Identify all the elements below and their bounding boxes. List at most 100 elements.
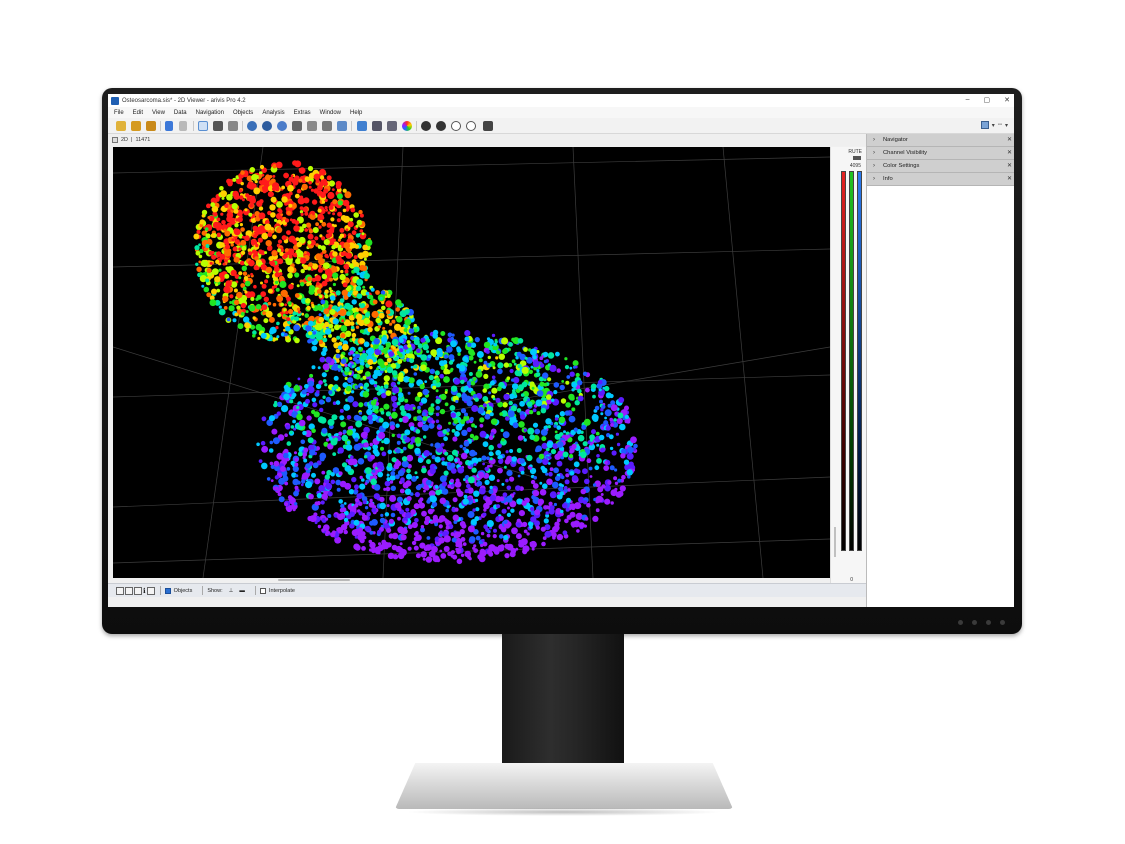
cell-point	[196, 229, 201, 234]
cell-point	[258, 459, 263, 463]
pan-hand-icon[interactable]	[228, 121, 238, 131]
zoom-in-icon[interactable]	[421, 121, 431, 131]
view-tab-icon[interactable]	[112, 137, 118, 143]
pen-icon[interactable]	[307, 121, 317, 131]
single-view-icon[interactable]	[980, 121, 989, 129]
layout-selector[interactable]: ▾ ▪▪ ▾	[980, 121, 1008, 129]
cell-point	[363, 341, 370, 348]
interpolate-checkbox[interactable]	[259, 587, 266, 594]
cell-point	[342, 343, 349, 351]
3d-viewport[interactable]	[113, 147, 830, 578]
cell-point	[381, 330, 387, 336]
cell-point	[443, 376, 450, 383]
object-tool-icon[interactable]	[337, 121, 347, 131]
chevron-right-icon[interactable]: ›	[873, 163, 875, 169]
panel-color-settings[interactable]: › Color Settings ✕	[867, 160, 1014, 173]
view-mode-label[interactable]: 2D	[121, 137, 128, 143]
cell-point	[255, 297, 259, 301]
color-icon[interactable]	[402, 121, 412, 131]
lut-blue-bar[interactable]	[857, 171, 862, 551]
lut-mode-icon[interactable]	[853, 156, 861, 160]
save-icon[interactable]	[131, 121, 141, 131]
save-as-icon[interactable]	[146, 121, 156, 131]
menu-view[interactable]: View	[152, 110, 165, 116]
cell-point	[563, 430, 566, 434]
menu-navigation[interactable]: Navigation	[196, 110, 224, 116]
window-menu-icon[interactable]: ▾	[1005, 122, 1008, 129]
chevron-right-icon[interactable]: ›	[873, 137, 875, 143]
layout-dropdown-icon[interactable]: ▾	[992, 122, 995, 129]
cell-point	[614, 411, 618, 415]
chevron-right-icon[interactable]: ›	[873, 176, 875, 182]
lut-label[interactable]: RUTE	[848, 149, 862, 155]
cell-point	[462, 356, 469, 362]
grid-layout-icon[interactable]: ▪▪	[998, 122, 1002, 128]
show-line-icon[interactable]: ▬	[239, 588, 245, 594]
screen-icon[interactable]	[146, 586, 155, 595]
close-button[interactable]: ✕	[1004, 96, 1010, 104]
sphere-icon[interactable]	[262, 121, 272, 131]
panel-navigator[interactable]: › Navigator ✕	[867, 134, 1014, 147]
close-icon[interactable]: ✕	[1007, 136, 1012, 143]
cell-point	[463, 494, 468, 499]
menu-edit[interactable]: Edit	[133, 110, 143, 116]
cell-point	[275, 161, 283, 169]
panel-info[interactable]: › Info ✕	[867, 173, 1014, 186]
cell-point	[603, 465, 610, 471]
objects-checkbox[interactable]	[164, 587, 171, 594]
cell-point	[323, 308, 330, 315]
cell-point	[362, 500, 367, 505]
panel-channel-visibility[interactable]: › Channel Visibility ✕	[867, 147, 1014, 160]
minimize-button[interactable]: –	[966, 96, 970, 104]
fit-icon[interactable]	[451, 121, 461, 131]
menu-analysis[interactable]: Analysis	[262, 110, 284, 116]
snapshot-icon[interactable]	[483, 121, 493, 131]
lut-red-bar[interactable]	[841, 171, 846, 551]
menu-file[interactable]: File	[114, 110, 124, 116]
rotate-icon[interactable]	[247, 121, 257, 131]
cell-point	[396, 433, 402, 439]
cell-point	[359, 329, 364, 334]
pointer-icon[interactable]	[198, 121, 208, 131]
scrollbar-thumb[interactable]	[278, 579, 350, 581]
menu-extras[interactable]: Extras	[294, 110, 311, 116]
chart-icon[interactable]	[387, 121, 397, 131]
center-icon[interactable]	[466, 121, 476, 131]
maximize-button[interactable]: ▢	[984, 96, 991, 104]
undo-icon[interactable]	[165, 121, 173, 131]
table-icon[interactable]	[372, 121, 382, 131]
cell-point	[355, 351, 359, 355]
cell-point	[478, 487, 486, 495]
cell-point	[420, 551, 427, 558]
lasso-icon[interactable]	[322, 121, 332, 131]
3d-cube-icon[interactable]	[134, 586, 142, 595]
zoom-icon[interactable]	[213, 121, 223, 131]
menu-help[interactable]: Help	[350, 110, 362, 116]
menu-window[interactable]: Window	[320, 110, 341, 116]
chevron-right-icon[interactable]: ›	[873, 150, 875, 156]
flask-icon[interactable]	[357, 121, 367, 131]
single-view-icon[interactable]	[116, 586, 124, 595]
zoom-out-icon[interactable]	[436, 121, 446, 131]
show-mode-icon[interactable]: ⊥	[229, 588, 234, 594]
brush-icon[interactable]	[277, 121, 287, 131]
menu-objects[interactable]: Objects	[233, 110, 253, 116]
cell-point	[504, 553, 510, 559]
cell-point	[483, 373, 489, 379]
open-file-icon[interactable]	[116, 121, 126, 131]
lut-slider-handle[interactable]	[834, 527, 836, 557]
magic-wand-icon[interactable]	[292, 121, 302, 131]
separator	[254, 586, 256, 595]
cell-point	[319, 356, 326, 363]
lut-green-bar[interactable]	[849, 171, 854, 551]
close-icon[interactable]: ✕	[1007, 175, 1012, 182]
cell-point	[219, 242, 225, 248]
menu-data[interactable]: Data	[174, 110, 187, 116]
info-icon[interactable]: ℹ	[143, 587, 146, 595]
close-icon[interactable]: ✕	[1007, 162, 1012, 169]
redo-icon[interactable]	[179, 121, 187, 131]
close-icon[interactable]: ✕	[1007, 149, 1012, 156]
cell-point	[518, 510, 525, 517]
cell-point	[339, 298, 345, 303]
grid-view-icon[interactable]	[125, 586, 133, 595]
